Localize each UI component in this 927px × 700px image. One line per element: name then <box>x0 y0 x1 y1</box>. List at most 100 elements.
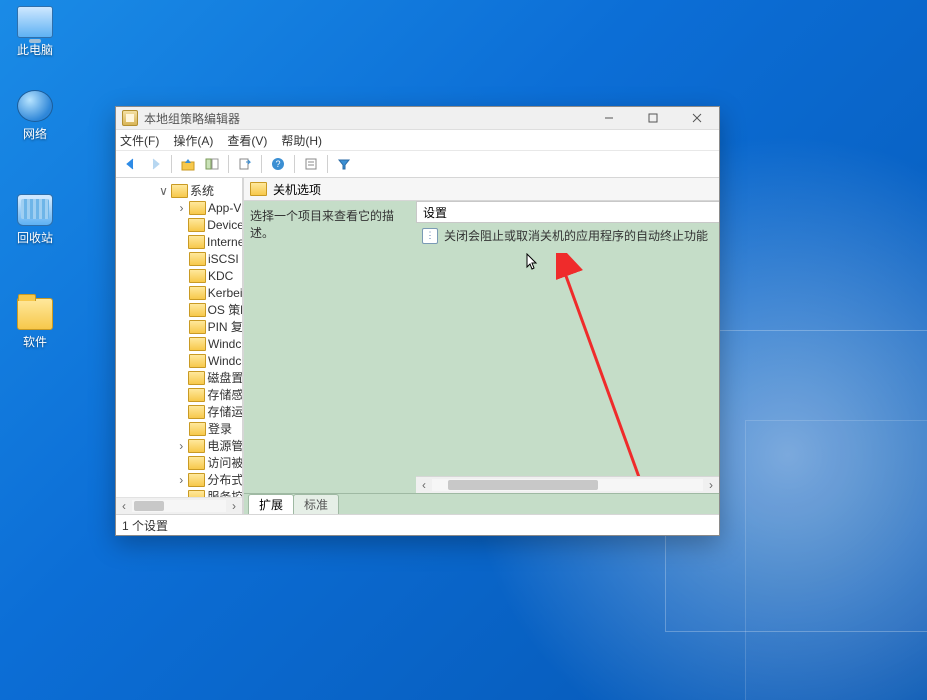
tree-item-label: OS 策l <box>208 301 242 318</box>
scroll-track[interactable] <box>132 500 226 512</box>
minimize-icon <box>604 113 614 123</box>
description-pane: 选择一个项目来查看它的描述。 <box>244 201 416 493</box>
tree-item-root[interactable]: ∨系统 <box>116 182 242 199</box>
maximize-button[interactable] <box>631 107 675 129</box>
tree-item-label: iSCSI <box>208 252 239 266</box>
help-button[interactable]: ? <box>267 154 289 174</box>
separator <box>294 155 295 173</box>
tree-item[interactable]: ›PIN 复 <box>116 318 242 335</box>
properties-button[interactable] <box>300 154 322 174</box>
tree-item-label: 电源管 <box>207 437 242 454</box>
tab-standard[interactable]: 标准 <box>293 494 339 514</box>
folder-icon <box>188 439 205 453</box>
tree-item[interactable]: › App-V <box>116 199 242 216</box>
back-button[interactable] <box>120 154 142 174</box>
tree-item[interactable]: ›Device <box>116 216 242 233</box>
folder-icon <box>188 456 205 470</box>
folder-icon <box>189 422 206 436</box>
tree-item[interactable]: ›服务控 <box>116 488 242 497</box>
forward-button[interactable] <box>144 154 166 174</box>
tree-item[interactable]: ›Windc <box>116 335 242 352</box>
tree-item[interactable]: ›分布式 <box>116 471 242 488</box>
tab-extended[interactable]: 扩展 <box>248 494 294 514</box>
tree-item-label: 存储感 <box>207 386 242 403</box>
show-hide-tree-button[interactable] <box>201 154 223 174</box>
tree-item-label: App-V <box>208 201 241 215</box>
export-icon <box>238 157 252 171</box>
folder-icon <box>188 405 205 419</box>
filter-button[interactable] <box>333 154 355 174</box>
folder-icon <box>189 337 206 351</box>
folder-icon <box>189 252 206 266</box>
export-button[interactable] <box>234 154 256 174</box>
scroll-thumb[interactable] <box>448 480 598 490</box>
tree-item[interactable]: ›访问被 <box>116 454 242 471</box>
up-level-button[interactable] <box>177 154 199 174</box>
policy-item[interactable]: ⋮ 关闭会阻止或取消关机的应用程序的自动终止功能 <box>416 223 719 248</box>
tree-item[interactable]: ›OS 策l <box>116 301 242 318</box>
tree-item[interactable]: ›Windc <box>116 352 242 369</box>
tree-item[interactable]: ›登录 <box>116 420 242 437</box>
properties-icon <box>304 157 318 171</box>
policy-icon: ⋮ <box>422 228 438 244</box>
column-header-setting[interactable]: 设置 <box>416 201 719 223</box>
minimize-button[interactable] <box>587 107 631 129</box>
svg-text:?: ? <box>275 159 280 169</box>
folder-icon <box>188 388 205 402</box>
forward-icon <box>148 157 162 171</box>
list-area[interactable]: ⋮ 关闭会阻止或取消关机的应用程序的自动终止功能 <box>416 223 719 476</box>
folder-icon <box>189 269 206 283</box>
scroll-left-icon[interactable]: ‹ <box>116 499 132 513</box>
collapse-icon[interactable]: ∨ <box>156 184 171 198</box>
expand-icon[interactable]: › <box>174 473 188 487</box>
tree-item[interactable]: ›KDC <box>116 267 242 284</box>
scroll-right-icon[interactable]: › <box>703 478 719 492</box>
desktop-icon-network[interactable]: 网络 <box>4 90 66 142</box>
scroll-left-icon[interactable]: ‹ <box>416 478 432 492</box>
folder-icon <box>189 354 206 368</box>
scroll-right-icon[interactable]: › <box>226 499 242 513</box>
list-hscroll[interactable]: ‹ › <box>416 476 719 493</box>
menu-action[interactable]: 操作(A) <box>173 132 213 149</box>
scroll-thumb[interactable] <box>134 501 164 511</box>
folder-icon <box>189 320 206 334</box>
folder-icon <box>171 184 188 198</box>
tree-item-label: Windc <box>208 354 241 368</box>
tree[interactable]: ∨系统›App-V›Device›Interne›iSCSI›KDC›Kerbe… <box>116 178 242 497</box>
folder-up-icon <box>181 157 195 171</box>
tree-item-label: PIN 复 <box>208 318 242 335</box>
titlebar[interactable]: 本地组策略编辑器 <box>116 107 719 130</box>
expand-icon[interactable]: › <box>174 439 188 453</box>
expand-icon[interactable]: › <box>174 201 189 215</box>
close-button[interactable] <box>675 107 719 129</box>
scroll-track[interactable] <box>432 479 703 491</box>
folder-icon <box>189 286 206 300</box>
tree-item-label: Device <box>207 218 242 232</box>
client-area: ∨系统›App-V›Device›Interne›iSCSI›KDC›Kerbe… <box>116 178 719 514</box>
tree-item[interactable]: ›磁盘置 <box>116 369 242 386</box>
desktop-icon-recycle-bin[interactable]: 回收站 <box>4 194 66 246</box>
tree-item-label: 访问被 <box>207 454 242 471</box>
menu-view[interactable]: 查看(V) <box>227 132 267 149</box>
tree-item-label: Interne <box>207 235 242 249</box>
desktop-icon-this-pc[interactable]: 此电脑 <box>4 6 66 58</box>
separator <box>171 155 172 173</box>
tree-item-label: 服务控 <box>207 488 242 497</box>
cursor-icon <box>526 253 540 271</box>
tree-item[interactable]: ›存储运 <box>116 403 242 420</box>
tree-item[interactable]: ›存储感 <box>116 386 242 403</box>
folder-icon <box>188 371 205 385</box>
tree-item-label: Kerbei <box>208 286 242 300</box>
desktop-icon-software[interactable]: 软件 <box>4 298 66 350</box>
folder-icon <box>188 473 205 487</box>
recycle-bin-icon <box>17 194 53 226</box>
tree-hscroll[interactable]: ‹ › <box>116 497 242 514</box>
tree-item[interactable]: › 电源管 <box>116 437 242 454</box>
toolbar: ? <box>116 151 719 178</box>
menu-file[interactable]: 文件(F) <box>120 132 159 149</box>
tree-item[interactable]: ›iSCSI <box>116 250 242 267</box>
detail-body: 选择一个项目来查看它的描述。 设置 ⋮ 关闭会阻止或取消关机的应用程序的自动终止… <box>244 201 719 493</box>
tree-item[interactable]: ›Kerbei <box>116 284 242 301</box>
menu-help[interactable]: 帮助(H) <box>281 132 322 149</box>
tree-item[interactable]: ›Interne <box>116 233 242 250</box>
